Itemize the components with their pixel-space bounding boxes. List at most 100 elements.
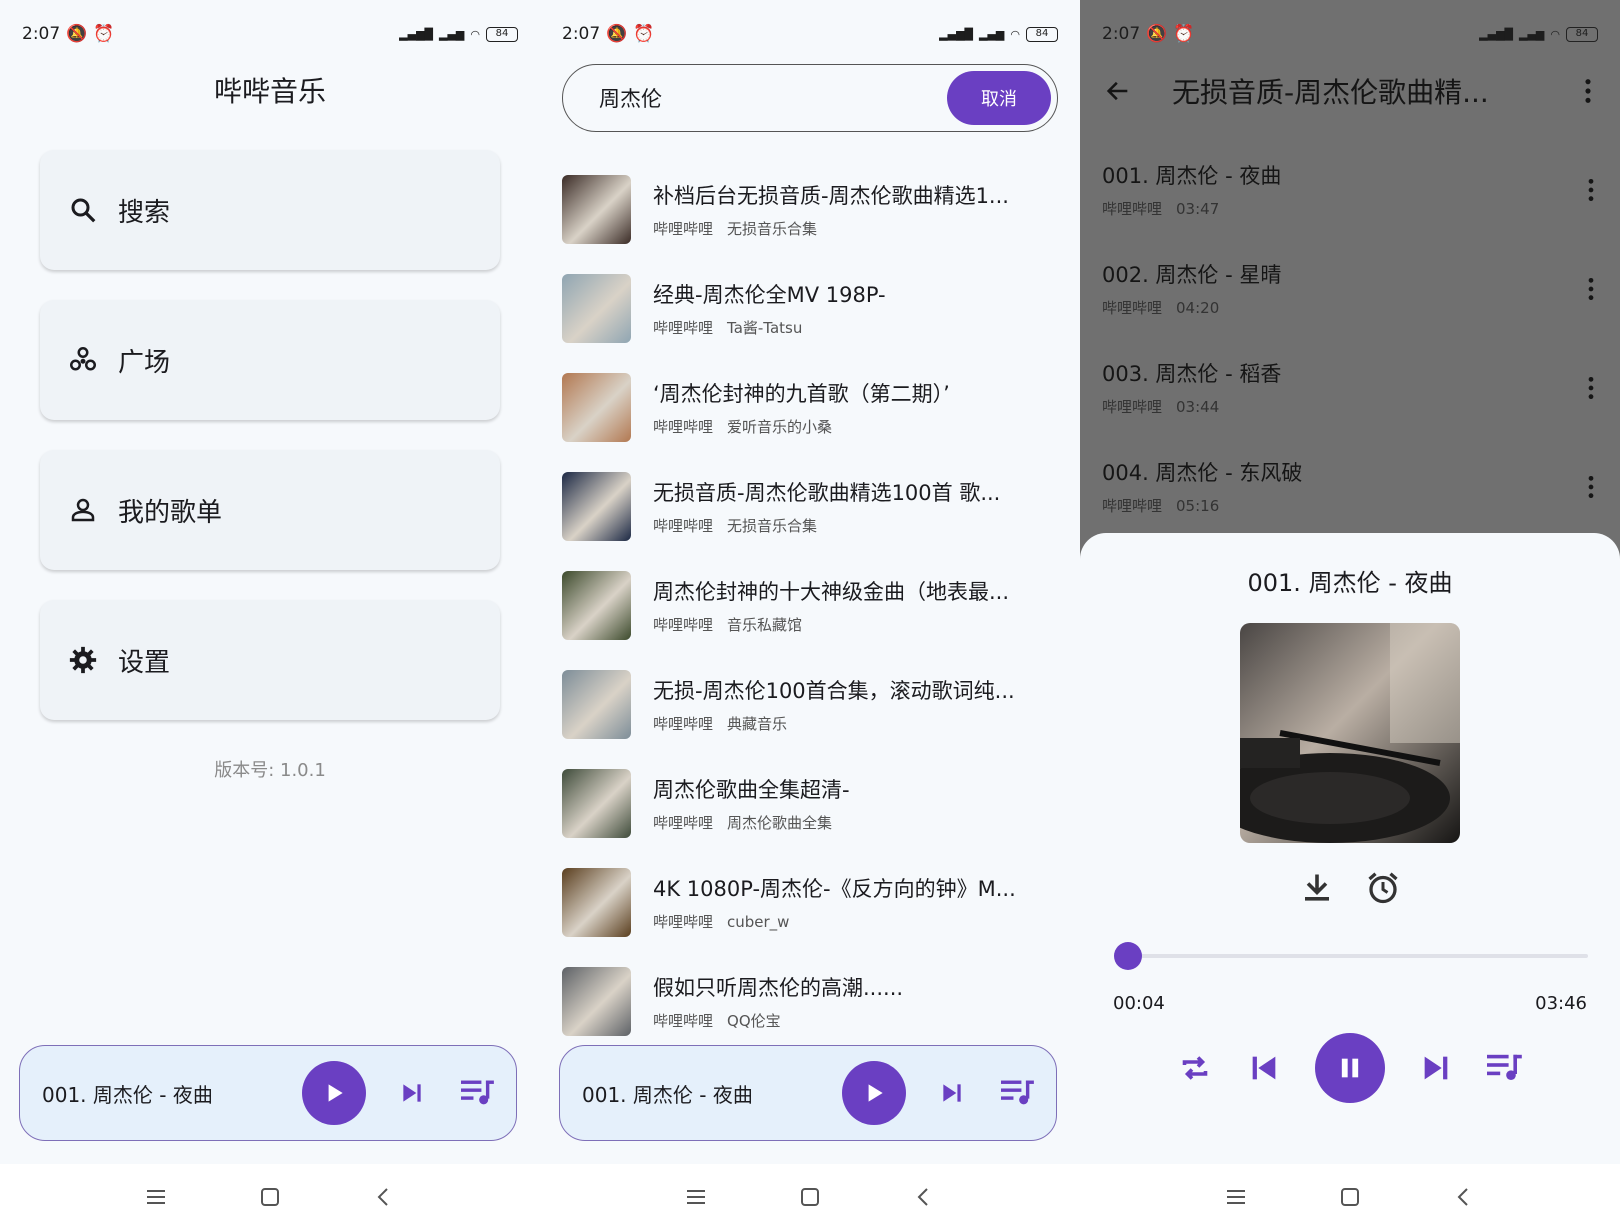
next-button[interactable] bbox=[932, 1073, 972, 1113]
track-text: 003. 周杰伦 - 稻香 哔哩哔哩 03:44 bbox=[1102, 358, 1281, 417]
signal-icon: ▂▄▆█ bbox=[399, 27, 433, 41]
back-nav-icon[interactable] bbox=[1452, 1185, 1476, 1209]
result-title: 无损-周杰伦100首合集，滚动歌词纯... bbox=[653, 679, 1015, 703]
cancel-button[interactable]: 取消 bbox=[947, 71, 1051, 125]
menu-search-button[interactable]: 搜索 bbox=[40, 150, 500, 270]
track-source: 哔哩哔哩 bbox=[1102, 299, 1163, 317]
result-text: 周杰伦封神的十大神级金曲（地表最... 哔哩哔哩 音乐私藏馆 bbox=[653, 576, 1043, 635]
result-meta: 哔哩哔哩 音乐私藏馆 bbox=[653, 614, 1043, 635]
result-text: 经典-周杰伦全MV 198P- 哔哩哔哩 Ta酱-Tatsu bbox=[653, 279, 1043, 338]
search-result-item[interactable]: ‘周杰伦封神的九首歌（第二期）’ 哔哩哔哩 爱听音乐的小桑 bbox=[562, 358, 1062, 457]
play-button[interactable] bbox=[842, 1061, 906, 1125]
search-result-item[interactable]: 周杰伦封神的十大神级金曲（地表最... 哔哩哔哩 音乐私藏馆 bbox=[562, 556, 1062, 655]
search-result-item[interactable]: 4K 1080P-周杰伦-《反方向的钟》M... 哔哩哔哩 cuber_w bbox=[562, 853, 1062, 952]
menu-nav-icon[interactable] bbox=[144, 1185, 168, 1209]
mini-player[interactable]: 001. 周杰伦 - 夜曲 bbox=[559, 1045, 1057, 1141]
more-vert-icon[interactable] bbox=[1578, 77, 1598, 105]
result-meta: 哔哩哔哩 无损音乐合集 bbox=[653, 218, 1043, 239]
system-nav-bar bbox=[540, 1164, 1080, 1230]
back-arrow-icon[interactable] bbox=[1104, 77, 1132, 105]
result-thumbnail bbox=[562, 472, 631, 541]
track-item[interactable]: 002. 周杰伦 - 星晴 哔哩哔哩 04:20 bbox=[1102, 239, 1598, 338]
result-thumbnail bbox=[562, 373, 631, 442]
menu-nav-icon[interactable] bbox=[684, 1185, 708, 1209]
gear-icon bbox=[69, 646, 97, 674]
signal-icon-2: ▂▄▆ bbox=[439, 27, 465, 41]
search-result-item[interactable]: 补档后台无损音质-周杰伦歌曲精选1... 哔哩哔哩 无损音乐合集 bbox=[562, 160, 1062, 259]
result-thumbnail bbox=[562, 571, 631, 640]
status-time: 2:07 bbox=[22, 24, 61, 44]
progress-slider[interactable] bbox=[1114, 942, 1588, 970]
progress-knob[interactable] bbox=[1114, 942, 1143, 970]
search-result-item[interactable]: 假如只听周杰伦的高潮...... 哔哩哔哩 QQ伦宝 bbox=[562, 952, 1062, 1051]
search-result-item[interactable]: 周杰伦歌曲全集超清- 哔哩哔哩 周杰伦歌曲全集 bbox=[562, 754, 1062, 853]
search-bar: 取消 bbox=[562, 64, 1058, 132]
app-root: 2:07 🔕 ⏰ ▂▄▆█ ▂▄▆ ◠ 84 哔哔音乐 搜索 广场 我的歌单 设… bbox=[0, 0, 1620, 1230]
track-source: 哔哩哔哩 bbox=[1102, 200, 1163, 218]
result-author: 无损音乐合集 bbox=[727, 220, 818, 238]
track-text: 002. 周杰伦 - 星晴 哔哩哔哩 04:20 bbox=[1102, 259, 1281, 318]
track-source: 哔哩哔哩 bbox=[1102, 497, 1163, 515]
result-source: 哔哩哔哩 bbox=[653, 418, 714, 436]
mute-icon: 🔕 bbox=[606, 24, 628, 44]
status-bar: 2:07 🔕 ⏰ ▂▄▆█ ▂▄▆ ◠ 84 bbox=[22, 22, 518, 46]
result-title: ‘周杰伦封神的九首歌（第二期）’ bbox=[653, 382, 950, 406]
signal-icon-2: ▂▄▆ bbox=[979, 27, 1005, 41]
result-meta: 哔哩哔哩 典藏音乐 bbox=[653, 713, 1043, 734]
pause-button[interactable] bbox=[1315, 1033, 1385, 1103]
track-meta: 哔哩哔哩 05:16 bbox=[1102, 495, 1302, 516]
track-title: 001. 周杰伦 - 夜曲 bbox=[1102, 164, 1282, 188]
queue-button[interactable] bbox=[998, 1073, 1038, 1113]
menu-settings-button[interactable]: 设置 bbox=[40, 600, 500, 720]
result-title: 4K 1080P-周杰伦-《反方向的钟》M... bbox=[653, 877, 1016, 901]
back-nav-icon[interactable] bbox=[372, 1185, 396, 1209]
next-button[interactable] bbox=[392, 1073, 432, 1113]
search-result-item[interactable]: 无损音质-周杰伦歌曲精选100首 歌... 哔哩哔哩 无损音乐合集 bbox=[562, 457, 1062, 556]
download-icon[interactable] bbox=[1299, 870, 1335, 906]
back-nav-icon[interactable] bbox=[912, 1185, 936, 1209]
mini-player[interactable]: 001. 周杰伦 - 夜曲 bbox=[19, 1045, 517, 1141]
play-button[interactable] bbox=[302, 1061, 366, 1125]
result-title: 周杰伦封神的十大神级金曲（地表最... bbox=[653, 580, 1010, 604]
result-meta: 哔哩哔哩 爱听音乐的小桑 bbox=[653, 416, 1043, 437]
queue-music-icon[interactable] bbox=[1487, 1052, 1523, 1084]
album-top-bar: 无损音质-周杰伦歌曲精... bbox=[1104, 66, 1598, 116]
more-vert-icon[interactable] bbox=[1584, 177, 1598, 203]
time-row: 00:04 03:46 bbox=[1113, 993, 1587, 1014]
search-input[interactable] bbox=[599, 86, 947, 110]
result-meta: 哔哩哔哩 cuber_w bbox=[653, 911, 1043, 932]
skip-previous-icon[interactable] bbox=[1247, 1051, 1281, 1085]
result-author: 典藏音乐 bbox=[727, 715, 788, 733]
result-text: 补档后台无损音质-周杰伦歌曲精选1... 哔哩哔哩 无损音乐合集 bbox=[653, 180, 1043, 239]
skip-next-icon bbox=[943, 1084, 961, 1102]
elapsed-time: 00:04 bbox=[1113, 993, 1165, 1014]
search-result-item[interactable]: 无损-周杰伦100首合集，滚动歌词纯... 哔哩哔哩 典藏音乐 bbox=[562, 655, 1062, 754]
more-vert-icon[interactable] bbox=[1584, 474, 1598, 500]
track-title: 003. 周杰伦 - 稻香 bbox=[1102, 362, 1282, 386]
alarm-timer-icon[interactable] bbox=[1365, 870, 1401, 906]
total-time: 03:46 bbox=[1535, 993, 1587, 1014]
battery-icon: 84 bbox=[1566, 26, 1598, 42]
search-screen: 2:07 🔕 ⏰ ▂▄▆█ ▂▄▆ ◠ 84 取消 补档后台无损音质-周杰伦歌曲… bbox=[540, 0, 1080, 1230]
repeat-icon[interactable] bbox=[1177, 1050, 1213, 1086]
search-result-item[interactable]: 经典-周杰伦全MV 198P- 哔哩哔哩 Ta酱-Tatsu bbox=[562, 259, 1062, 358]
track-meta: 哔哩哔哩 04:20 bbox=[1102, 297, 1281, 318]
more-vert-icon[interactable] bbox=[1584, 375, 1598, 401]
more-vert-icon[interactable] bbox=[1584, 276, 1598, 302]
track-item[interactable]: 004. 周杰伦 - 东风破 哔哩哔哩 05:16 bbox=[1102, 437, 1598, 536]
track-item[interactable]: 003. 周杰伦 - 稻香 哔哩哔哩 03:44 bbox=[1102, 338, 1598, 437]
menu-nav-icon[interactable] bbox=[1224, 1185, 1248, 1209]
track-item[interactable]: 001. 周杰伦 - 夜曲 哔哩哔哩 03:47 bbox=[1102, 140, 1598, 239]
skip-next-icon[interactable] bbox=[1419, 1051, 1453, 1085]
result-thumbnail bbox=[562, 868, 631, 937]
home-nav-icon[interactable] bbox=[798, 1185, 822, 1209]
menu-search-label: 搜索 bbox=[118, 197, 171, 228]
home-nav-icon[interactable] bbox=[1338, 1185, 1362, 1209]
home-nav-icon[interactable] bbox=[258, 1185, 282, 1209]
queue-button[interactable] bbox=[458, 1073, 498, 1113]
menu-plaza-button[interactable]: 广场 bbox=[40, 300, 500, 420]
result-title: 周杰伦歌曲全集超清- bbox=[653, 778, 850, 802]
result-author: QQ伦宝 bbox=[727, 1012, 781, 1030]
menu-playlist-button[interactable]: 我的歌单 bbox=[40, 450, 500, 570]
track-duration: 04:20 bbox=[1176, 299, 1220, 317]
